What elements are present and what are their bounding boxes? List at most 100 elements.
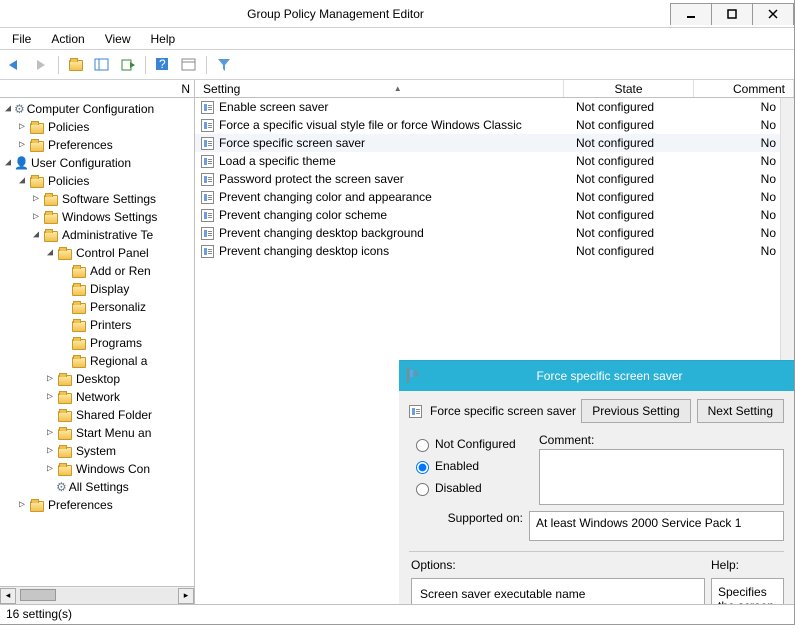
radio-disabled[interactable]: Disabled xyxy=(411,477,539,499)
expand-icon[interactable]: ▷ xyxy=(44,463,56,475)
tree-label: Start Menu an xyxy=(74,426,153,440)
back-button[interactable] xyxy=(4,54,26,76)
export-list-button[interactable] xyxy=(117,54,139,76)
menu-view[interactable]: View xyxy=(97,30,139,48)
tree-label: Windows Settings xyxy=(60,210,159,224)
menu-file[interactable]: File xyxy=(4,30,39,48)
radio-enabled[interactable]: Enabled xyxy=(411,455,539,477)
expand-icon[interactable]: ◢ xyxy=(16,175,28,187)
up-folder-button[interactable] xyxy=(65,54,87,76)
tree-label: Windows Con xyxy=(74,462,152,476)
expand-icon[interactable]: ▷ xyxy=(16,499,28,511)
previous-setting-button[interactable]: Previous Setting xyxy=(581,399,690,423)
tree-windows-settings[interactable]: ▷ Windows Settings xyxy=(0,208,194,226)
tree-display[interactable]: Display xyxy=(0,280,194,298)
tree-windows-components[interactable]: ▷ Windows Con xyxy=(0,460,194,478)
col-state[interactable]: State xyxy=(564,80,694,97)
forward-button[interactable] xyxy=(30,54,52,76)
close-button[interactable] xyxy=(752,3,794,25)
row-state: Not configured xyxy=(576,172,706,186)
expand-icon[interactable]: ▷ xyxy=(30,211,42,223)
list-row[interactable]: Force a specific visual style file or fo… xyxy=(195,116,794,134)
folder-icon xyxy=(44,213,58,224)
show-hide-tree-button[interactable] xyxy=(91,54,113,76)
tree-all-settings[interactable]: ⚙All Settings xyxy=(0,478,194,496)
list-row[interactable]: Force specific screen saverNot configure… xyxy=(195,134,794,152)
next-setting-button[interactable]: Next Setting xyxy=(697,399,784,423)
policy-icon xyxy=(199,101,215,114)
expand-icon[interactable]: ▷ xyxy=(44,427,56,439)
tree-h-scrollbar[interactable]: ◂ ▸ xyxy=(0,586,194,604)
menu-action[interactable]: Action xyxy=(43,30,92,48)
tree-printers[interactable]: Printers xyxy=(0,316,194,334)
tree-add-remove[interactable]: Add or Ren xyxy=(0,262,194,280)
help-button[interactable]: ? xyxy=(152,54,174,76)
policy-icon xyxy=(199,155,215,168)
supported-value: At least Windows 2000 Service Pack 1 xyxy=(536,516,741,530)
tree-uc-prefs[interactable]: ▷Preferences xyxy=(0,496,194,514)
expand-icon[interactable]: ▷ xyxy=(44,391,56,403)
expand-icon[interactable]: ◢ xyxy=(2,157,14,169)
tree-regional[interactable]: Regional a xyxy=(0,352,194,370)
expand-icon[interactable]: ▷ xyxy=(44,445,56,457)
row-setting: Force specific screen saver xyxy=(219,136,576,150)
tree-label: Personaliz xyxy=(88,300,148,314)
list-row[interactable]: Enable screen saverNot configuredNo xyxy=(195,98,794,116)
expand-icon[interactable]: ◢ xyxy=(30,229,42,241)
maximize-button[interactable] xyxy=(711,3,753,25)
tree-cc-policies[interactable]: ▷Policies xyxy=(0,118,194,136)
tree-control-panel[interactable]: ◢Control Panel xyxy=(0,244,194,262)
toolbar-separator xyxy=(58,56,59,74)
tree-computer-config[interactable]: ◢⚙Computer Configuration xyxy=(0,100,194,118)
col-comment[interactable]: Comment xyxy=(694,80,794,97)
list-row[interactable]: Prevent changing color schemeNot configu… xyxy=(195,206,794,224)
expand-icon[interactable]: ◢ xyxy=(2,103,14,115)
col-setting[interactable]: Setting▲ xyxy=(195,80,564,97)
filter-button[interactable] xyxy=(213,54,235,76)
tree-programs[interactable]: Programs xyxy=(0,334,194,352)
row-state: Not configured xyxy=(576,208,706,222)
radio-not-configured[interactable]: Not Configured xyxy=(411,433,539,455)
sort-asc-icon: ▲ xyxy=(394,84,402,93)
tree-desktop[interactable]: ▷Desktop xyxy=(0,370,194,388)
expand-icon[interactable]: ▷ xyxy=(16,121,28,133)
scroll-right-button[interactable]: ▸ xyxy=(178,588,194,604)
list-row[interactable]: Load a specific themeNot configuredNo xyxy=(195,152,794,170)
minimize-button[interactable] xyxy=(670,3,712,25)
tree-body[interactable]: ◢⚙Computer Configuration ▷Policies ▷ Pref… xyxy=(0,98,194,586)
tree-header[interactable]: N xyxy=(0,80,194,98)
policy-icon xyxy=(199,191,215,204)
menu-bar: File Action View Help xyxy=(0,28,794,50)
list-row[interactable]: Password protect the screen saverNot con… xyxy=(195,170,794,188)
tree-system[interactable]: ▷System xyxy=(0,442,194,460)
toolbar: ? xyxy=(0,50,794,80)
tree-software-settings[interactable]: ▷Software Settings xyxy=(0,190,194,208)
folder-icon xyxy=(72,357,86,368)
list-row[interactable]: Prevent changing desktop iconsNot config… xyxy=(195,242,794,260)
properties-button[interactable] xyxy=(178,54,200,76)
list-row[interactable]: Prevent changing color and appearanceNot… xyxy=(195,188,794,206)
expand-icon[interactable]: ▷ xyxy=(30,193,42,205)
toolbar-separator xyxy=(145,56,146,74)
col-comment-label: Comment xyxy=(733,82,785,96)
menu-help[interactable]: Help xyxy=(143,30,184,48)
scroll-left-button[interactable]: ◂ xyxy=(0,588,16,604)
tree-user-config[interactable]: ◢👤User Configuration xyxy=(0,154,194,172)
tree-shared-folders[interactable]: Shared Folder xyxy=(0,406,194,424)
tree-cc-prefs[interactable]: ▷ Preferences xyxy=(0,136,194,154)
list-row[interactable]: Prevent changing desktop backgroundNot c… xyxy=(195,224,794,242)
comment-textarea[interactable] xyxy=(539,449,784,505)
expand-icon[interactable]: ▷ xyxy=(16,139,28,151)
tree-admin-templates[interactable]: ◢Administrative Te xyxy=(0,226,194,244)
scroll-track[interactable] xyxy=(16,588,178,604)
tree-uc-policies[interactable]: ◢Policies xyxy=(0,172,194,190)
tree-label: Preferences xyxy=(46,138,115,152)
expand-icon[interactable]: ▷ xyxy=(44,373,56,385)
tree-label: Regional a xyxy=(88,354,149,368)
scroll-thumb[interactable] xyxy=(20,589,56,601)
tree-personalization[interactable]: Personaliz xyxy=(0,298,194,316)
tree-network[interactable]: ▷Network xyxy=(0,388,194,406)
tree-start-menu[interactable]: ▷ Start Menu an xyxy=(0,424,194,442)
expand-icon[interactable]: ◢ xyxy=(44,247,56,259)
settings-icon: ⚙ xyxy=(56,480,67,494)
